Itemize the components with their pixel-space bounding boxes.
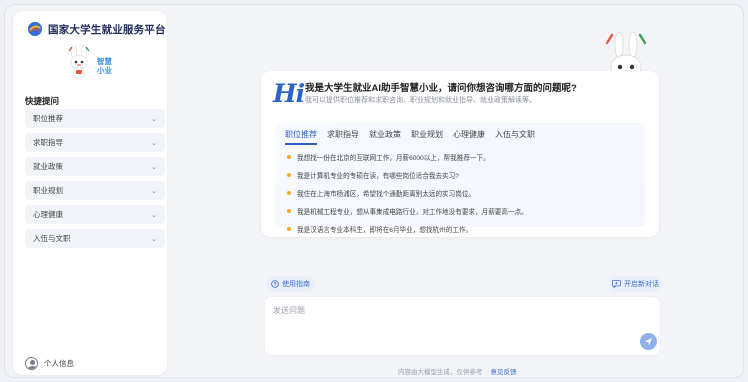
message-input[interactable] bbox=[273, 305, 633, 345]
sidebar-item-employment-policy[interactable]: 就业政策 ⌄ bbox=[25, 157, 165, 176]
greeting-subtitle: 我可以提供职位推荐和求职咨询、职业规划和就业指导、就业政策解读等。 bbox=[305, 97, 536, 104]
user-guide-button[interactable]: 使用指南 bbox=[266, 276, 315, 292]
feedback-link[interactable]: 意见反馈 bbox=[491, 366, 517, 376]
bullet-dot-icon bbox=[287, 190, 291, 195]
bullet-dot-icon bbox=[287, 208, 291, 213]
suggested-question-text: 我是机械工程专业，想从事集成电路行业，对工作地没有要求，月薪要高一点。 bbox=[297, 208, 528, 216]
user-guide-label: 使用指南 bbox=[282, 281, 310, 288]
chevron-down-icon: ⌄ bbox=[151, 187, 157, 195]
sidebar-item-career-planning[interactable]: 职业规划 ⌄ bbox=[25, 181, 165, 200]
suggested-question-text: 我是计算机专业的专硕在读，有哪些岗位适合我去实习? bbox=[297, 172, 459, 180]
mascot-small-label: 智慧 小业 bbox=[97, 57, 112, 75]
help-circle-icon bbox=[271, 280, 279, 288]
sidebar-item-job-guidance[interactable]: 求职指导 ⌄ bbox=[25, 133, 165, 152]
chevron-down-icon: ⌄ bbox=[151, 235, 157, 243]
mascot-label-line1: 智慧 bbox=[97, 57, 112, 66]
chat-bubble-icon bbox=[612, 280, 621, 288]
platform-logo-icon bbox=[27, 21, 43, 37]
tab-job-recommendation[interactable]: 职位推荐 bbox=[285, 129, 317, 145]
sidebar-item-label: 心理健康 bbox=[33, 210, 63, 219]
user-info-button[interactable]: 个人信息 bbox=[25, 357, 74, 370]
suggested-question-text: 我是汉语言专业本科生，即将在6月毕业，想找杭州的工作。 bbox=[297, 226, 473, 234]
hi-logo: Hi bbox=[273, 79, 305, 108]
new-chat-label: 开启新对话 bbox=[624, 281, 659, 288]
bullet-dot-icon bbox=[287, 226, 291, 231]
chevron-down-icon: ⌄ bbox=[151, 139, 157, 147]
sidebar-item-military-civilian[interactable]: 入伍与文职 ⌄ bbox=[25, 229, 165, 248]
suggestion-panel: 职位推荐 求职指导 就业政策 职业规划 心理健康 入伍与文职 我想找一份在北京的… bbox=[275, 123, 645, 234]
suggested-question[interactable]: 我是汉语言专业本科生，即将在6月毕业，想找杭州的工作。 bbox=[287, 221, 637, 236]
quick-menu: 职位推荐 ⌄ 求职指导 ⌄ 就业政策 ⌄ 职业规划 ⌄ 心理健康 ⌄ 入伍与文职… bbox=[25, 109, 165, 253]
new-chat-button[interactable]: 开启新对话 bbox=[607, 276, 664, 292]
message-input-box bbox=[264, 296, 661, 356]
mascot-small-logo: 智慧 小业 bbox=[65, 44, 117, 83]
tab-career-planning[interactable]: 职业规划 bbox=[411, 129, 443, 145]
tab-military-civilian[interactable]: 入伍与文职 bbox=[495, 129, 535, 145]
sidebar-item-label: 就业政策 bbox=[33, 162, 63, 171]
sidebar-item-label: 职业规划 bbox=[33, 186, 63, 195]
suggested-question-list: 我想找一份在北京的互联网工作，月薪6000以上，帮我推荐一下。 我是计算机专业的… bbox=[287, 149, 637, 239]
suggested-question[interactable]: 我想找一份在北京的互联网工作，月薪6000以上，帮我推荐一下。 bbox=[287, 149, 637, 164]
sidebar-item-label: 职位推荐 bbox=[33, 114, 63, 123]
sidebar-item-label: 入伍与文职 bbox=[33, 234, 71, 243]
app-frame: 国家大学生就业服务平台 智慧 小业 快捷提问 职位推荐 ⌄ 求职指导 ⌄ 就业政… bbox=[4, 4, 744, 378]
sidebar: 国家大学生就业服务平台 智慧 小业 快捷提问 职位推荐 ⌄ 求职指导 ⌄ 就业政… bbox=[13, 11, 167, 375]
bullet-dot-icon bbox=[287, 154, 291, 159]
quick-questions-title: 快捷提问 bbox=[25, 96, 60, 106]
tab-mental-health[interactable]: 心理健康 bbox=[453, 129, 485, 145]
mascot-label-line2: 小业 bbox=[97, 66, 112, 75]
tab-job-guidance[interactable]: 求职指导 bbox=[327, 129, 359, 145]
app-title: 国家大学生就业服务平台 bbox=[48, 23, 166, 36]
suggested-question[interactable]: 我是计算机专业的专硕在读，有哪些岗位适合我去实习? bbox=[287, 167, 637, 182]
brand[interactable]: 国家大学生就业服务平台 bbox=[27, 21, 166, 37]
greeting-title: 我是大学生就业AI助手智慧小业，请问你想咨询哪方面的问题呢? bbox=[305, 83, 577, 94]
chevron-down-icon: ⌄ bbox=[151, 115, 157, 123]
sidebar-item-mental-health[interactable]: 心理健康 ⌄ bbox=[25, 205, 165, 224]
bullet-dot-icon bbox=[287, 172, 291, 177]
chevron-down-icon: ⌄ bbox=[151, 163, 157, 171]
suggested-question[interactable]: 我是机械工程专业，想从事集成电路行业，对工作地没有要求，月薪要高一点。 bbox=[287, 203, 637, 218]
sidebar-item-label: 求职指导 bbox=[33, 138, 63, 147]
suggestion-tabs: 职位推荐 求职指导 就业政策 职业规划 心理健康 入伍与文职 bbox=[285, 129, 535, 145]
welcome-card: Hi 我是大学生就业AI助手智慧小业，请问你想咨询哪方面的问题呢? 我可以提供职… bbox=[261, 71, 659, 237]
chevron-down-icon: ⌄ bbox=[151, 211, 157, 219]
suggested-question[interactable]: 我住在上海市杨浦区，希望找个通勤距离别太远的实习岗位。 bbox=[287, 185, 637, 200]
disclaimer-text: 内容由大模型生成，仅供参考 bbox=[398, 369, 483, 376]
sidebar-item-job-recommendation[interactable]: 职位推荐 ⌄ bbox=[25, 109, 165, 128]
tab-employment-policy[interactable]: 就业政策 bbox=[369, 129, 401, 145]
send-button[interactable] bbox=[640, 333, 657, 350]
suggested-question-text: 我住在上海市杨浦区，希望找个通勤距离别太远的实习岗位。 bbox=[297, 190, 476, 198]
mascot-small-icon bbox=[68, 44, 90, 79]
send-icon bbox=[645, 338, 652, 345]
footer: 内容由大模型生成，仅供参考 意见反馈 bbox=[398, 366, 517, 376]
user-avatar-icon bbox=[25, 357, 38, 370]
suggested-question-text: 我想找一份在北京的互联网工作，月薪6000以上，帮我推荐一下。 bbox=[297, 154, 490, 162]
user-info-label: 个人信息 bbox=[44, 359, 74, 368]
